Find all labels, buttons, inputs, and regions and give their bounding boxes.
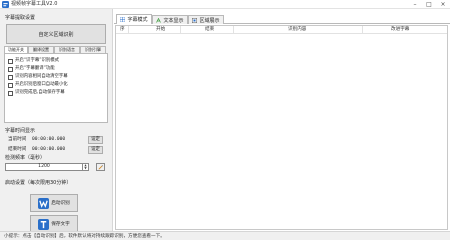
end-time-label: 结束时间 [8, 147, 27, 152]
set-current-time-button[interactable]: 设定 [88, 136, 103, 144]
spin-down-icon[interactable]: ▼ [83, 167, 88, 170]
feature-switch-panel: 开启“识字幕”识别模式 开启“字幕翻译”功能 识别内容相同自动清空字幕 开启识别… [4, 53, 108, 123]
column-divider [362, 26, 363, 34]
checkbox-label: 开启识别后窗口自动最小化 [15, 82, 68, 87]
column-header-end[interactable]: 结束 [205, 27, 214, 33]
checkbox-box[interactable] [8, 82, 13, 88]
checkbox-clear-duplicates[interactable]: 识别内容相同自动清空字幕 [8, 74, 68, 80]
status-tip: 小提示：点击【自动识别】后，软件默认将对持续跟踪识别，方便您查看一下。 [4, 234, 165, 239]
window-title: 视频帧字幕工具V2.0 [11, 1, 58, 7]
start-icon [38, 197, 50, 209]
close-icon[interactable]: × [436, 0, 450, 9]
checkbox-label: 识别完成后,自动保存字幕 [15, 90, 65, 95]
maximize-icon[interactable]: □ [422, 0, 436, 9]
checkbox-box[interactable] [8, 58, 13, 64]
pencil-icon [98, 165, 103, 170]
tab-subtitle-mode[interactable]: 字幕模式 [116, 14, 152, 24]
start-recognition-button[interactable]: 启动识别 [30, 194, 78, 212]
tab-recognition-language[interactable]: 识别语言 [54, 46, 80, 53]
tab-text-display[interactable]: 文本显示 [152, 15, 188, 24]
checkbox-auto-save[interactable]: 识别完成后,自动保存字幕 [8, 90, 65, 96]
column-header-index[interactable]: 序 [120, 27, 125, 33]
checkbox-translate[interactable]: 开启“字幕翻译”功能 [8, 66, 55, 72]
checkbox-subtitle-mode[interactable]: 开启“识字幕”识别模式 [8, 58, 59, 64]
set-end-time-button[interactable]: 设定 [88, 146, 103, 154]
tab-recognition-engine[interactable]: 识别引擎 [80, 46, 106, 53]
checkbox-box[interactable] [8, 74, 13, 80]
start-settings-heading: 启动设置（每次限用30分钟） [5, 180, 72, 186]
capture-settings-heading: 字幕提取设置 [5, 15, 36, 21]
column-header-start[interactable]: 开始 [156, 27, 165, 33]
column-header-content[interactable]: 识别内容 [288, 27, 306, 33]
column-divider [180, 26, 181, 34]
start-recognition-label: 启动识别 [51, 201, 70, 206]
current-time-value: 00:00:00.000 [32, 137, 66, 142]
text-icon [156, 17, 162, 23]
current-time-label: 当前时间 [8, 137, 27, 142]
detect-frequency-input[interactable]: 1200 [5, 163, 83, 171]
status-bar: 小提示：点击【自动识别】后，软件默认将对持续跟踪识别，方便您查看一下。 [0, 231, 450, 240]
tab-label: 字幕模式 [127, 17, 148, 23]
end-time-value: 00:00:00.000 [32, 147, 66, 152]
checkbox-label: 开启“识字幕”识别模式 [15, 58, 60, 63]
app-logo-icon [2, 1, 9, 8]
save-icon [38, 218, 50, 230]
settings-panel: 字幕提取设置 自定义区域识别 功能开关 翻译设置 识别语言 识别引擎 开启“识字… [0, 9, 113, 233]
checkbox-box[interactable] [8, 66, 13, 72]
frequency-spinner[interactable]: ▲ ▼ [83, 163, 89, 171]
minimize-icon[interactable]: – [408, 0, 422, 9]
edit-frequency-button[interactable] [96, 163, 105, 171]
tab-region-display[interactable]: 区域展示 [188, 15, 224, 24]
save-text-label: 保存文字 [51, 222, 70, 227]
column-divider [128, 26, 129, 34]
table-header: 序 开始 结束 识别内容 改进字幕 [116, 26, 447, 34]
grid-icon [120, 17, 126, 22]
time-display-heading: 字幕时间显示 [5, 128, 36, 134]
results-tabs: 字幕模式 文本显示 区域展示 [114, 14, 450, 24]
column-header-improved[interactable]: 改进字幕 [391, 27, 409, 33]
detect-frequency-label: 检测频率（毫秒） [5, 155, 46, 161]
region-icon [192, 17, 198, 23]
tab-translate-settings[interactable]: 翻译设置 [28, 46, 54, 53]
checkbox-box[interactable] [8, 90, 13, 96]
tab-label: 文本显示 [163, 17, 184, 24]
title-bar: 视频帧字幕工具V2.0 – □ × [0, 0, 450, 9]
results-panel: 字幕模式 文本显示 区域展示 序 开始 结束 识别内容 改进字幕 [114, 9, 450, 231]
subtitle-table[interactable]: 序 开始 结束 识别内容 改进字幕 [115, 25, 448, 230]
select-region-button[interactable]: 自定义区域识别 [6, 24, 106, 44]
column-divider [233, 26, 234, 34]
checkbox-label: 开启“字幕翻译”功能 [15, 66, 55, 71]
tab-label: 区域展示 [199, 17, 220, 24]
checkbox-label: 识别内容相同自动清空字幕 [15, 74, 68, 79]
checkbox-auto-minimize[interactable]: 开启识别后窗口自动最小化 [8, 82, 68, 88]
